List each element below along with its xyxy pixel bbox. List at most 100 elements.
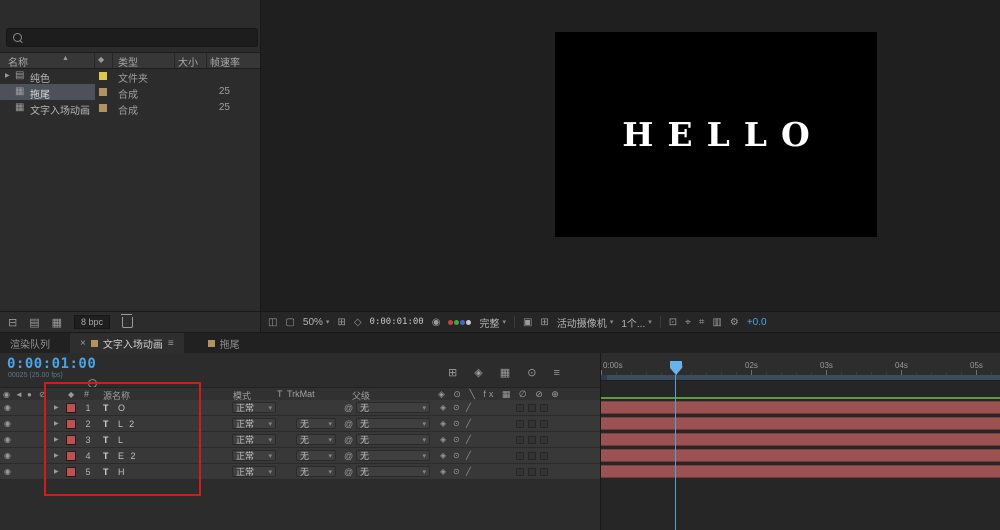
motion-blur-icon[interactable]: ⊙ <box>453 403 460 412</box>
motion-blur-icon[interactable]: ⊙ <box>453 419 460 428</box>
timeline-current-time[interactable]: 0:00:01:00 <box>7 356 96 372</box>
layer-name[interactable]: E 2 <box>118 451 138 461</box>
sort-ascending-icon[interactable]: ▲ <box>62 55 69 62</box>
switch-box[interactable] <box>516 436 524 444</box>
switch-box[interactable] <box>540 452 548 460</box>
channels-icon[interactable] <box>448 319 472 325</box>
column-number[interactable]: # <box>84 389 89 399</box>
pickwhip-icon[interactable]: @ <box>344 403 353 413</box>
column-name[interactable]: 名称 <box>8 54 28 69</box>
pickwhip-icon[interactable]: @ <box>344 419 353 429</box>
exposure-gear-icon[interactable]: ⚙ <box>730 317 739 328</box>
mask-visibility-icon[interactable]: ◇ <box>354 317 362 328</box>
collapse-icon[interactable]: ◈ <box>440 419 446 428</box>
trash-icon[interactable] <box>121 313 134 328</box>
visibility-eye-icon[interactable]: ◉ <box>4 451 11 460</box>
mode-dropdown[interactable]: 正常 ▾ <box>232 434 276 445</box>
resolution-dropdown[interactable]: 完整 ▾ <box>479 315 506 330</box>
visibility-eye-icon[interactable]: ◉ <box>4 419 11 428</box>
current-time-display[interactable]: 0:00:01:00 <box>370 317 424 327</box>
new-folder-icon[interactable]: ▤ <box>29 316 39 329</box>
switch-box[interactable] <box>528 420 536 428</box>
parent-dropdown[interactable]: 无 ▾ <box>356 450 430 461</box>
grid-guides-icon[interactable]: ⊞ <box>337 317 345 328</box>
layer-disclosure-icon[interactable]: ▶ <box>54 436 59 443</box>
layer-disclosure-icon[interactable]: ▶ <box>54 420 59 427</box>
project-item-text-anim[interactable]: ▦ 文字入场动画 合成 25 <box>0 100 260 117</box>
pickwhip-icon[interactable]: @ <box>344 467 353 477</box>
close-icon[interactable]: × <box>80 338 86 349</box>
switch-box[interactable] <box>540 404 548 412</box>
switch-box[interactable] <box>528 404 536 412</box>
column-type[interactable]: 类型 <box>118 54 138 69</box>
layer-color-chip[interactable] <box>66 451 76 461</box>
panel-menu-icon[interactable]: ≡ <box>168 338 174 349</box>
track-row-3[interactable] <box>601 432 1000 448</box>
trkmat-dropdown[interactable]: 无 ▾ <box>296 466 336 477</box>
pixel-aspect-icon[interactable]: ⊡ <box>669 317 677 328</box>
layer-name[interactable]: O <box>118 403 127 413</box>
label-color-chip[interactable] <box>99 104 107 112</box>
layer-duration-bar[interactable] <box>601 417 1000 430</box>
quality-icon[interactable]: ╱ <box>466 403 471 412</box>
project-search-input[interactable] <box>6 28 258 47</box>
switch-box[interactable] <box>516 420 524 428</box>
layer-row-3[interactable]: ◉ ▶ 3 T L 正常 ▾ 无 ▾ @ 无 ▾ ◈ ⊙ ╱ <box>0 432 600 448</box>
layer-disclosure-icon[interactable]: ▶ <box>54 404 59 411</box>
layer-duration-bar[interactable] <box>601 465 1000 478</box>
layer-disclosure-icon[interactable]: ▶ <box>54 468 59 475</box>
timeline-track-area[interactable]: 0:00s 01s 02s 03s 04s 05s <box>601 353 1000 530</box>
column-size[interactable]: 大小 <box>178 54 198 69</box>
disclosure-icon[interactable]: ▶ <box>5 72 10 79</box>
interpret-footage-icon[interactable]: ⊟ <box>8 316 17 329</box>
column-trkmat[interactable]: TrkMat <box>287 389 315 399</box>
timeline-option-icons[interactable]: ⊞ ◈ ▦ ⊙ ≡ <box>448 366 567 379</box>
switches-column-icons[interactable]: ◈ ⊙ ╲ fx ▦ ∅ ⊘ ⊕ <box>438 389 562 400</box>
lock-column-icon[interactable]: ⊘ <box>39 390 46 399</box>
quality-icon[interactable]: ╱ <box>466 435 471 444</box>
playhead-line[interactable] <box>675 375 676 530</box>
layer-row-2[interactable]: ◉ ▶ 2 T L 2 正常 ▾ 无 ▾ @ 无 ▾ ◈ ⊙ ╱ <box>0 416 600 432</box>
mode-dropdown[interactable]: 正常 ▾ <box>232 450 276 461</box>
playhead-handle-tip[interactable] <box>670 368 682 375</box>
switch-box[interactable] <box>528 436 536 444</box>
fast-preview-icon[interactable]: ⌖ <box>685 317 691 328</box>
flowchart-icon[interactable]: ⌗ <box>699 317 705 328</box>
time-ruler[interactable]: 0:00s 01s 02s 03s 04s 05s <box>601 353 1000 376</box>
tab-text-entrance-animation[interactable]: × 文字入场动画 ≡ <box>70 333 184 353</box>
trkmat-dropdown[interactable]: 无 ▾ <box>296 434 336 445</box>
exposure-value[interactable]: +0.0 <box>747 317 767 328</box>
item-name[interactable]: 纯色 <box>30 70 50 85</box>
layer-name[interactable]: L <box>118 435 125 445</box>
solo-column-icon[interactable]: ● <box>27 390 32 399</box>
layer-duration-bar[interactable] <box>601 449 1000 462</box>
collapse-icon[interactable]: ◈ <box>440 435 446 444</box>
motion-blur-icon[interactable]: ⊙ <box>453 435 460 444</box>
label-color-chip[interactable] <box>99 72 107 80</box>
item-name[interactable]: 拖尾 <box>30 86 50 101</box>
transparency-grid-icon[interactable]: ⊞ <box>540 317 548 328</box>
quality-icon[interactable]: ╱ <box>466 467 471 476</box>
view-layout-dropdown[interactable]: 1个... ▾ <box>621 315 651 330</box>
parent-dropdown[interactable]: 无 ▾ <box>356 418 430 429</box>
layer-duration-bar[interactable] <box>601 433 1000 446</box>
mode-dropdown[interactable]: 正常 ▾ <box>232 418 276 429</box>
motion-blur-icon[interactable]: ⊙ <box>453 451 460 460</box>
composition-canvas[interactable]: HELLO <box>555 32 877 237</box>
layer-row-5[interactable]: ◉ ▶ 5 T H 正常 ▾ 无 ▾ @ 无 ▾ ◈ ⊙ ╱ <box>0 464 600 480</box>
collapse-icon[interactable]: ◈ <box>440 467 446 476</box>
switch-box[interactable] <box>540 420 548 428</box>
track-row-4[interactable] <box>601 448 1000 464</box>
mode-dropdown[interactable]: 正常 ▾ <box>232 466 276 477</box>
label-color-chip[interactable] <box>99 88 107 96</box>
magnification-dropdown[interactable]: 50% ▾ <box>303 317 330 328</box>
track-row-2[interactable] <box>601 416 1000 432</box>
visibility-eye-icon[interactable]: ◉ <box>4 435 11 444</box>
work-area-bar[interactable] <box>601 375 1000 381</box>
switch-box[interactable] <box>540 468 548 476</box>
audio-column-icon[interactable]: ◄ <box>15 390 23 399</box>
switch-box[interactable] <box>516 404 524 412</box>
layer-duration-bar[interactable] <box>601 401 1000 414</box>
column-trkmat-t[interactable]: T <box>277 389 283 399</box>
bit-depth-button[interactable]: 8 bpc <box>74 315 111 329</box>
